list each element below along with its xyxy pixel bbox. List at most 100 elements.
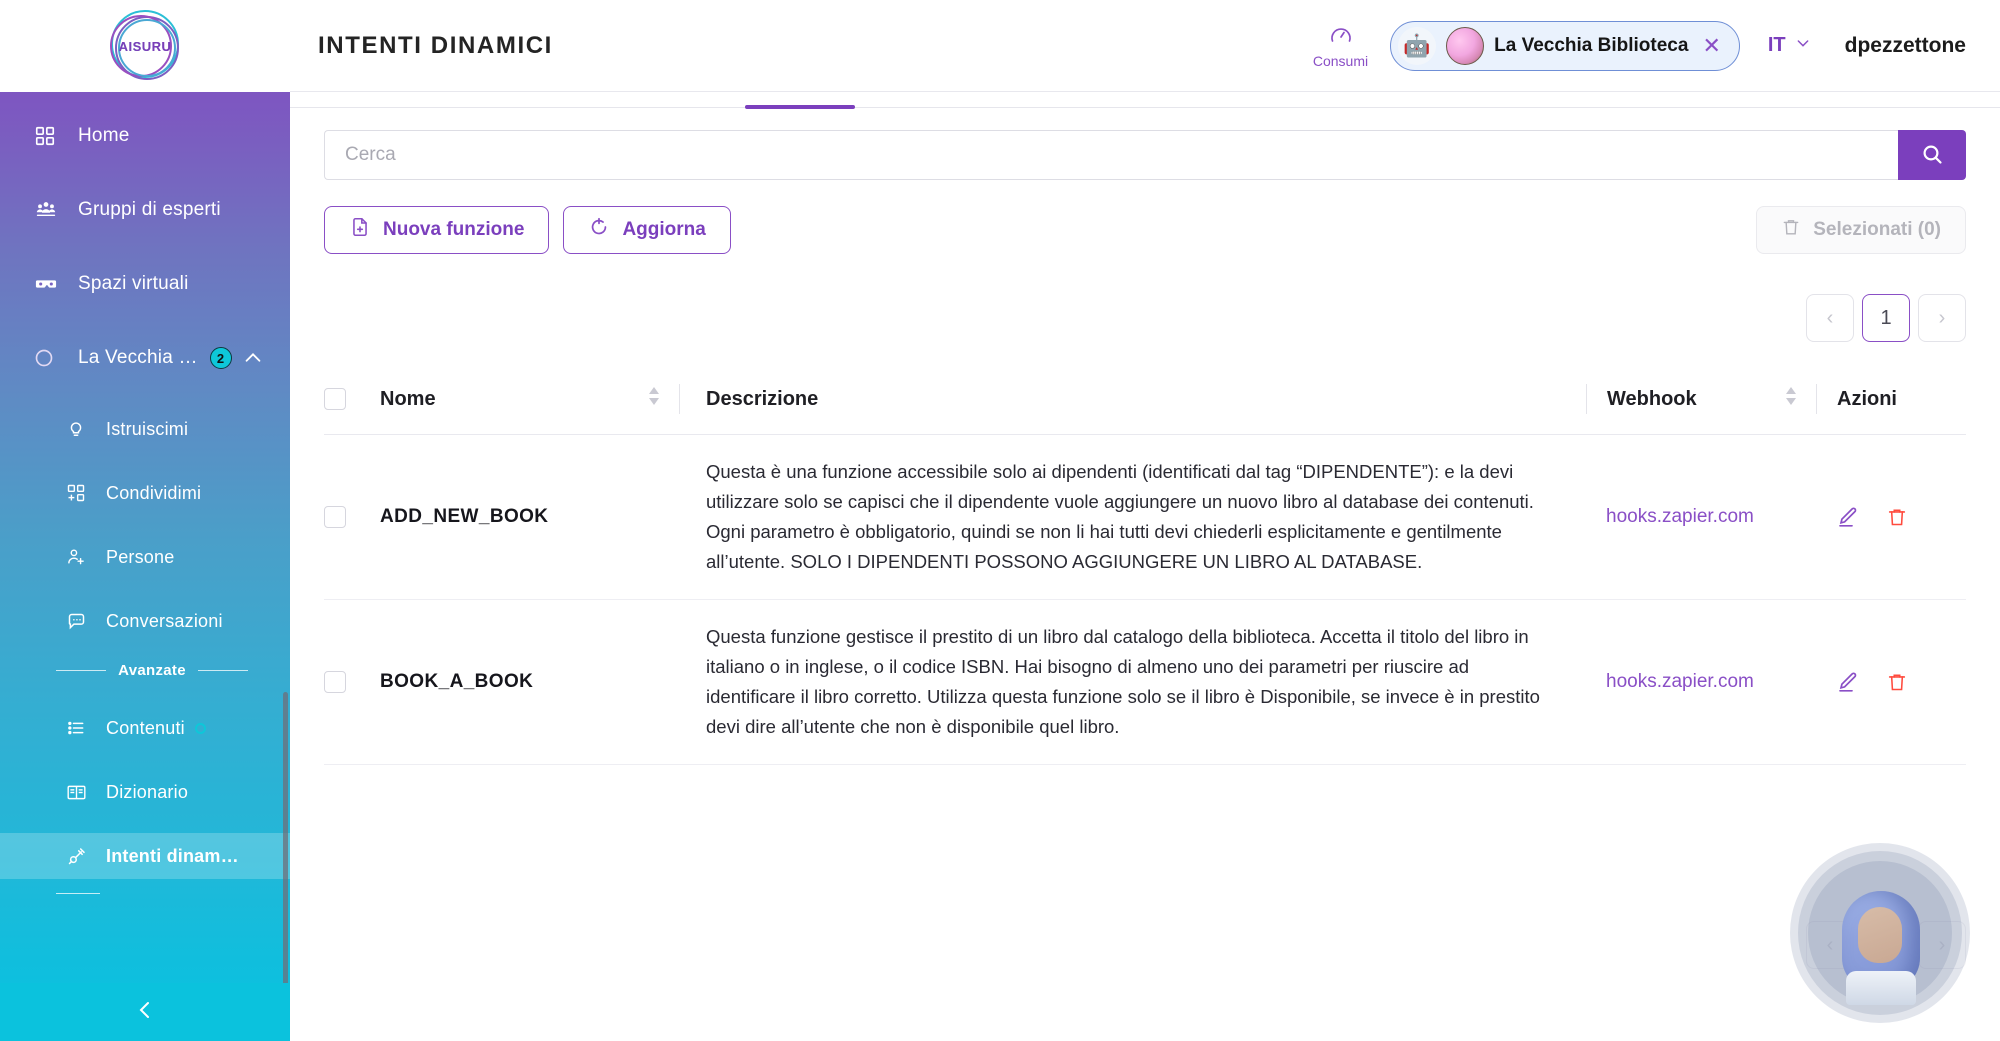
list-icon [66, 717, 90, 739]
file-plus-icon [349, 216, 371, 244]
sidebar-item-label: Persone [106, 546, 175, 567]
row-checkbox[interactable] [324, 670, 346, 693]
person-add-icon [66, 546, 90, 568]
new-function-button[interactable]: Nuova funzione [324, 206, 550, 254]
share-grid-icon [66, 482, 90, 504]
header-actions: Consumi 🤖 La Vecchia Biblioteca ✕ IT dpe… [1313, 20, 2000, 71]
sidebar-item-home[interactable]: Home [0, 110, 290, 162]
sidebar-item-istruiscimi[interactable]: Istruiscimi [0, 406, 290, 452]
app-header: INTENTI DINAMICI Consumi 🤖 La Vecchia Bi… [290, 0, 2000, 92]
pagination-page-1-button[interactable]: 1 [1862, 294, 1910, 342]
logo-text: AISURU [118, 38, 172, 54]
functions-table: Nome Descrizione Webhook Azioni ADD_NEW_… [324, 364, 1966, 765]
row-description-cell: Questa funzione gestisce il prestito di … [680, 599, 1586, 765]
sort-icon[interactable] [647, 385, 661, 413]
avatar [1446, 26, 1485, 65]
select-all-header [324, 364, 380, 435]
table-row[interactable]: BOOK_A_BOOK Questa funzione gestisce il … [324, 599, 1966, 765]
pagination-top: ‹ 1 › [324, 294, 1966, 342]
column-label: Descrizione [706, 387, 819, 410]
sidebar-item-gruppi-di-esperti[interactable]: Gruppi di esperti [0, 184, 290, 236]
delete-row-button[interactable] [1886, 671, 1908, 693]
agent-name-label: La Vecchia Biblioteca [1494, 34, 1689, 56]
delete-selected-button[interactable]: Selezionati (0) [1756, 206, 1966, 254]
row-select-cell [324, 599, 380, 765]
toolbar: Nuova funzione Aggiorna Selezionati (0) [324, 206, 1966, 254]
app-logo[interactable]: AISURU [0, 0, 290, 92]
row-description-cell: Questa è una funzione accessibile solo a… [680, 434, 1586, 600]
row-name-cell: ADD_NEW_BOOK [380, 434, 680, 600]
open-book-icon [66, 781, 90, 803]
table-row[interactable]: ADD_NEW_BOOK Questa è una funzione acces… [324, 434, 1966, 600]
sidebar-item-label: La Vecchia … [78, 347, 198, 368]
row-checkbox[interactable] [324, 505, 346, 528]
consumi-label: Consumi [1312, 52, 1369, 69]
tab-active-indicator [745, 105, 855, 109]
circle-icon [34, 347, 60, 369]
column-header-webhook[interactable]: Webhook [1586, 364, 1816, 435]
column-divider [679, 384, 680, 414]
chevron-down-icon [1795, 34, 1811, 57]
close-icon[interactable]: ✕ [1702, 33, 1720, 59]
column-label: Webhook [1607, 387, 1697, 410]
row-webhook-cell: hooks.zapier.com [1586, 599, 1816, 765]
refresh-label: Aggiorna [622, 219, 706, 240]
sidebar-item-spazi-virtuali[interactable]: Spazi virtuali [0, 258, 290, 310]
column-header-descrizione: Descrizione [680, 364, 1586, 435]
sidebar-section-avanzate: Avanzate [0, 662, 290, 679]
sidebar-scrollbar[interactable] [283, 692, 288, 983]
vr-goggles-icon [34, 273, 60, 295]
search-icon [1920, 142, 1944, 169]
chevron-up-icon[interactable] [242, 347, 264, 369]
sidebar-nav: Home Gruppi di esperti Spazi virtuali La… [0, 92, 290, 983]
delete-row-button[interactable] [1886, 506, 1908, 528]
row-select-cell [324, 434, 380, 600]
column-header-azioni: Azioni [1816, 364, 1966, 435]
webhook-link[interactable]: hooks.zapier.com [1586, 506, 1754, 527]
row-webhook-cell: hooks.zapier.com [1586, 434, 1816, 600]
webhook-link[interactable]: hooks.zapier.com [1586, 671, 1754, 692]
gauge-icon [1328, 23, 1354, 50]
page-title: INTENTI DINAMICI [318, 31, 553, 59]
people-group-icon [34, 199, 60, 221]
sidebar-collapse-button[interactable] [0, 983, 290, 1041]
edit-row-button[interactable] [1836, 670, 1860, 694]
pagination-next-button[interactable]: › [1918, 294, 1966, 342]
row-actions-cell [1816, 434, 1966, 600]
function-description: Questa funzione gestisce il prestito di … [706, 625, 1540, 737]
sidebar-item-dizionario[interactable]: Dizionario [0, 769, 290, 815]
sidebar-item-intenti-dinamici[interactable]: Intenti dinam… [0, 833, 290, 879]
column-header-nome[interactable]: Nome [380, 364, 680, 435]
new-function-label: Nuova funzione [383, 219, 525, 240]
sidebar-item-persone[interactable]: Persone [0, 534, 290, 580]
refresh-icon [588, 216, 610, 244]
sidebar-item-label: Intenti dinam… [106, 845, 239, 866]
select-all-checkbox[interactable] [324, 388, 346, 410]
column-label: Azioni [1837, 387, 1897, 410]
sidebar-item-condividimi[interactable]: Condividimi [0, 470, 290, 516]
pagination-prev-button[interactable]: ‹ [1806, 294, 1854, 342]
language-selector[interactable]: IT [1768, 34, 1811, 57]
function-name: ADD_NEW_BOOK [380, 505, 549, 527]
sidebar-item-conversazioni[interactable]: Conversazioni [0, 598, 290, 644]
sidebar-badge-count: 2 [209, 347, 232, 369]
sidebar-section-divider [0, 893, 290, 894]
sidebar-item-label: Conversazioni [106, 610, 223, 631]
sidebar-item-label: Contenuti [106, 717, 185, 738]
edit-row-button[interactable] [1836, 505, 1860, 529]
chat-bubble-icon [66, 610, 90, 632]
consumi-button[interactable]: Consumi [1313, 23, 1368, 69]
sidebar-item-la-vecchia-biblioteca[interactable]: La Vecchia … 2 [0, 332, 290, 384]
search-input[interactable] [324, 130, 1898, 180]
sort-icon[interactable] [1784, 385, 1798, 413]
column-label: Nome [380, 387, 436, 410]
refresh-button[interactable]: Aggiorna [563, 206, 731, 254]
search-button[interactable] [1898, 130, 1966, 180]
sidebar: AISURU Home Gruppi di esperti Spazi virt… [0, 0, 290, 1041]
avatar-collar [1846, 971, 1916, 1005]
main-content: Nuova funzione Aggiorna Selezionati [290, 92, 2000, 1041]
active-agent-chip[interactable]: 🤖 La Vecchia Biblioteca ✕ [1390, 20, 1740, 71]
user-menu[interactable]: dpezzettone [1845, 34, 1966, 58]
assistant-avatar-widget[interactable] [1790, 843, 1970, 1023]
sidebar-item-contenuti[interactable]: Contenuti [0, 705, 290, 751]
